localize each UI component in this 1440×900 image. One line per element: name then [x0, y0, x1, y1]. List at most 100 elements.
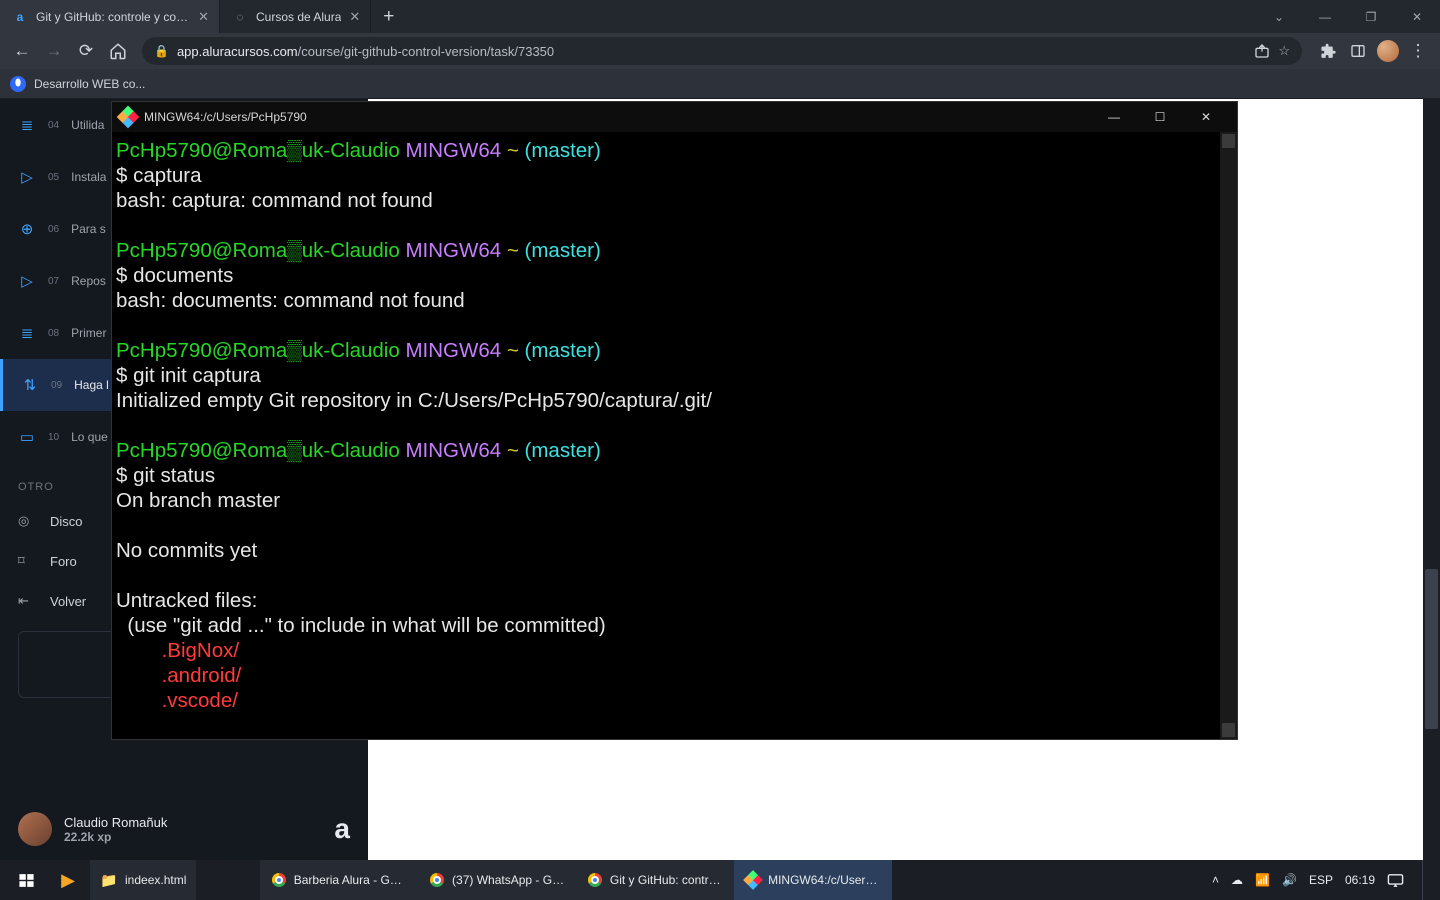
browser-tab-1[interactable]: ◌ Cursos de Alura ✕: [220, 0, 371, 33]
taskbar-label: indeex.html: [125, 873, 186, 887]
browser-window-controls: ⌄ — ❐ ✕: [1256, 0, 1440, 33]
minimize-button[interactable]: —: [1302, 0, 1348, 33]
windows-taskbar: ▶ 📁 indeex.html Barberia Alura - Goog...…: [0, 860, 1440, 900]
taskbar-task-label: (37) WhatsApp - Goo...: [452, 873, 566, 887]
tray-chevron-icon[interactable]: ˄: [1212, 873, 1219, 887]
terminal-maximize-button[interactable]: ☐: [1137, 102, 1183, 132]
url-host: app.aluracursos.com: [177, 44, 298, 59]
lesson-number: 07: [48, 276, 59, 287]
side-panel-icon[interactable]: [1344, 37, 1372, 65]
profile-avatar[interactable]: [1374, 37, 1402, 65]
alura-logo: a: [334, 813, 350, 845]
lesson-number: 10: [48, 432, 59, 443]
tab-title: Cursos de Alura: [256, 10, 341, 24]
page-viewport: ≣04Utilida▷05Instala⊕06Para s▷07Repos≣08…: [0, 99, 1440, 860]
lesson-label: Para s: [71, 222, 106, 236]
close-icon[interactable]: ✕: [349, 9, 360, 25]
chrome-icon: [586, 871, 603, 889]
terminal-window: MINGW64:/c/Users/PcHp5790 — ☐ ✕ PcHp5790…: [112, 102, 1237, 739]
chrome-icon: [428, 871, 445, 889]
page-scrollbar[interactable]: [1423, 99, 1440, 860]
address-bar[interactable]: 🔒 app.aluracursos.com/course/git-github-…: [142, 37, 1302, 65]
lock-icon: 🔒: [154, 44, 169, 58]
lesson-icon: ≣: [18, 116, 36, 134]
language-indicator[interactable]: ESP: [1309, 873, 1333, 887]
mingw-icon: [117, 106, 140, 129]
chrome-icon: [270, 871, 286, 889]
lesson-label: Instala: [71, 170, 106, 184]
url-path: /course/git-github-control-version/task/…: [298, 44, 555, 59]
lesson-number: 05: [48, 172, 59, 183]
taskbar-task-label: MINGW64:/c/Users/P...: [768, 873, 882, 887]
taskbar-pinned-0[interactable]: ▶: [48, 860, 88, 900]
clock[interactable]: 06:19: [1345, 873, 1375, 887]
back-button[interactable]: ←: [8, 37, 36, 65]
lesson-icon: ▷: [18, 168, 36, 186]
globe-icon: ◌: [232, 9, 248, 25]
taskbar-task[interactable]: Barberia Alura - Goog...: [260, 860, 418, 900]
home-button[interactable]: [104, 37, 132, 65]
taskbar-task-label: Git y GitHub: controle...: [610, 873, 724, 887]
taskbar-pinned-1[interactable]: 📁 indeex.html: [90, 860, 196, 900]
start-button[interactable]: [6, 860, 46, 900]
link-icon: ⌑: [18, 553, 36, 569]
link-label: Disco: [50, 514, 83, 529]
mingw-icon: [744, 871, 761, 889]
favicon-icon: a: [12, 9, 28, 25]
lesson-label: Haga l: [74, 378, 109, 392]
new-tab-button[interactable]: +: [371, 6, 406, 28]
close-button[interactable]: ✕: [1394, 0, 1440, 33]
lesson-icon: ⇅: [21, 376, 39, 394]
bookmark-label: Desarrollo WEB co...: [34, 77, 145, 91]
lesson-icon: ▷: [18, 272, 36, 290]
system-tray: ˄ ☁ 📶 🔊 ESP 06:19: [1212, 860, 1434, 900]
close-icon[interactable]: ✕: [198, 9, 209, 25]
notifications-icon[interactable]: [1387, 873, 1404, 888]
link-icon: ◎: [18, 513, 36, 529]
taskbar-task-label: Barberia Alura - Goog...: [294, 873, 409, 887]
taskbar-task[interactable]: MINGW64:/c/Users/P...: [734, 860, 892, 900]
lesson-icon: ▭: [18, 428, 36, 446]
bookmark-item[interactable]: ⬮ Desarrollo WEB co...: [10, 76, 145, 92]
lesson-icon: ⊕: [18, 220, 36, 238]
sidebar-footer: Claudio Romañuk 22.2k xp a: [0, 798, 368, 860]
taskbar-task[interactable]: (37) WhatsApp - Goo...: [418, 860, 576, 900]
reload-button[interactable]: ⟳: [72, 37, 100, 65]
lesson-icon: ≣: [18, 324, 36, 342]
browser-tab-0[interactable]: a Git y GitHub: controle y compart ✕: [0, 0, 220, 33]
terminal-scrollbar[interactable]: [1220, 132, 1237, 739]
maximize-button[interactable]: ❐: [1348, 0, 1394, 33]
onedrive-icon[interactable]: ☁: [1231, 873, 1243, 887]
link-label: Foro: [50, 554, 77, 569]
user-xp: 22.2k xp: [64, 830, 167, 844]
extensions-icon[interactable]: [1314, 37, 1342, 65]
share-icon[interactable]: [1254, 43, 1270, 59]
volume-icon[interactable]: 🔊: [1282, 873, 1297, 887]
taskbar-task[interactable]: Git y GitHub: controle...: [576, 860, 734, 900]
tab-title: Git y GitHub: controle y compart: [36, 10, 190, 24]
lesson-label: Lo que: [71, 430, 108, 444]
show-desktop-button[interactable]: [1422, 860, 1428, 900]
forward-button[interactable]: →: [40, 37, 68, 65]
lesson-label: Utilida: [71, 118, 104, 132]
terminal-body[interactable]: PcHp5790@Roma▒uk-Claudio MINGW64 ~ (mast…: [112, 132, 1237, 739]
link-label: Volver: [50, 594, 86, 609]
chevron-down-icon[interactable]: ⌄: [1256, 0, 1302, 33]
user-name: Claudio Romañuk: [64, 815, 167, 830]
lesson-number: 04: [48, 120, 59, 131]
terminal-titlebar[interactable]: MINGW64:/c/Users/PcHp5790 — ☐ ✕: [112, 102, 1237, 132]
lesson-number: 08: [48, 328, 59, 339]
menu-button[interactable]: ⋮: [1404, 37, 1432, 65]
terminal-close-button[interactable]: ✕: [1183, 102, 1229, 132]
user-avatar[interactable]: [18, 812, 52, 846]
browser-tabstrip: a Git y GitHub: controle y compart ✕ ◌ C…: [0, 0, 1440, 33]
terminal-minimize-button[interactable]: —: [1091, 102, 1137, 132]
browser-toolbar: ← → ⟳ 🔒 app.aluracursos.com/course/git-g…: [0, 33, 1440, 69]
lesson-number: 09: [51, 380, 62, 391]
lesson-label: Primer: [71, 326, 106, 340]
folder-icon: 📁: [100, 871, 118, 889]
terminal-title: MINGW64:/c/Users/PcHp5790: [144, 110, 307, 124]
lesson-label: Repos: [71, 274, 106, 288]
star-icon[interactable]: ☆: [1278, 43, 1290, 59]
network-icon[interactable]: 📶: [1255, 873, 1270, 887]
